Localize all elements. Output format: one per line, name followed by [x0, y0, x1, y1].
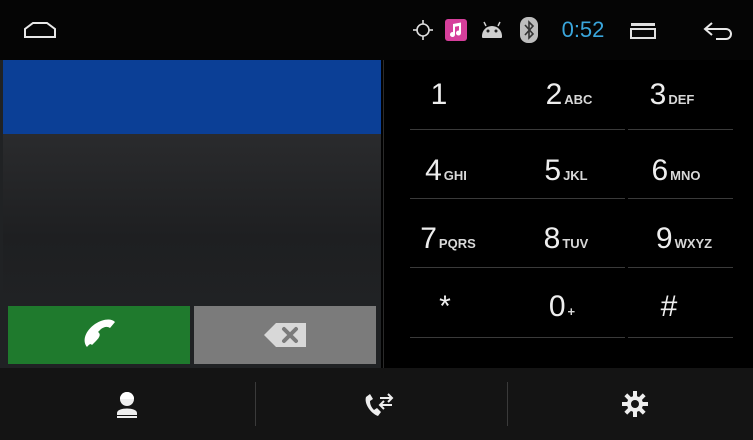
keypad-divider	[628, 198, 733, 199]
keypad-divider	[410, 267, 520, 268]
call-log-button[interactable]	[254, 368, 504, 440]
settings-button[interactable]	[510, 368, 753, 440]
key-hash[interactable]: #	[616, 272, 724, 342]
back-icon[interactable]	[700, 0, 738, 60]
key-letters: JKL	[563, 167, 588, 183]
keypad-divider	[520, 129, 625, 130]
call-button[interactable]	[8, 306, 190, 364]
key-digit: 5	[544, 154, 562, 187]
location-icon	[412, 0, 434, 60]
key-letters: GHI	[443, 167, 467, 183]
key-digit: #	[660, 290, 678, 323]
key-letters: DEF	[668, 91, 695, 107]
contacts-icon	[117, 392, 137, 418]
key-digit: 2	[545, 78, 563, 111]
music-icon	[444, 0, 468, 60]
key-digit: 0	[548, 290, 566, 323]
status-bar: 0:52	[0, 0, 753, 60]
key-digit: 8	[543, 222, 561, 255]
keypad-divider	[410, 129, 520, 130]
keypad-divider	[410, 198, 520, 199]
key-letters: +	[567, 303, 576, 319]
key-6[interactable]: 6 MNO	[622, 136, 730, 206]
keypad-divider	[520, 337, 625, 338]
settings-icon	[622, 391, 648, 417]
key-2[interactable]: 2 ABC	[515, 60, 623, 130]
keypad-divider	[520, 198, 625, 199]
call-log-icon	[365, 393, 394, 416]
key-3[interactable]: 3 DEF	[618, 60, 726, 130]
keypad: 1 2 ABC 3 DEF 4 GHI 5 JKL 6 MNO 7 PQRS 8 TUV 9W…	[383, 60, 753, 368]
key-letters: ABC	[564, 91, 593, 107]
key-letters: TUV	[562, 235, 589, 251]
home-icon[interactable]	[22, 0, 58, 60]
nav-divider	[507, 382, 508, 426]
key-digit: 6	[651, 154, 669, 187]
key-digit: 3	[649, 78, 667, 111]
key-digit: 1	[430, 78, 448, 111]
key-digit: 7	[420, 222, 437, 255]
backspace-button[interactable]	[194, 306, 376, 364]
backspace-icon	[264, 323, 306, 347]
contacts-button[interactable]	[2, 368, 252, 440]
phone-icon	[84, 319, 115, 347]
key-letters: MNO	[670, 167, 701, 183]
android-icon	[478, 0, 506, 60]
key-5[interactable]: 5 JKL	[512, 136, 620, 206]
clock-time: 0:52	[561, 17, 605, 42]
dialed-number-display	[3, 60, 381, 134]
key-8[interactable]: 8 TUV	[512, 204, 620, 274]
key-0[interactable]: 0 +	[508, 272, 616, 342]
keypad-divider	[410, 337, 520, 338]
key-letters: WXYZ	[674, 235, 713, 251]
key-4[interactable]: 4 GHI	[392, 136, 500, 206]
keypad-divider	[628, 267, 733, 268]
recent-apps-icon[interactable]	[628, 0, 658, 60]
key-1[interactable]: 1	[386, 60, 494, 130]
key-7[interactable]: 7 PQRS	[394, 204, 502, 274]
key-star[interactable]: *	[392, 272, 500, 342]
key-digit: 4	[425, 154, 442, 187]
key-letters: PQRS	[438, 235, 476, 251]
key-digit: 9	[655, 222, 673, 255]
keypad-divider	[628, 337, 733, 338]
key-digit: *	[439, 290, 451, 323]
keypad-divider	[628, 129, 733, 130]
keypad-divider	[520, 267, 625, 268]
bottom-navigation	[0, 368, 753, 440]
contact-match-area	[3, 134, 381, 306]
bluetooth-icon	[518, 0, 540, 60]
key-9[interactable]: 9 WXYZ	[630, 204, 738, 274]
